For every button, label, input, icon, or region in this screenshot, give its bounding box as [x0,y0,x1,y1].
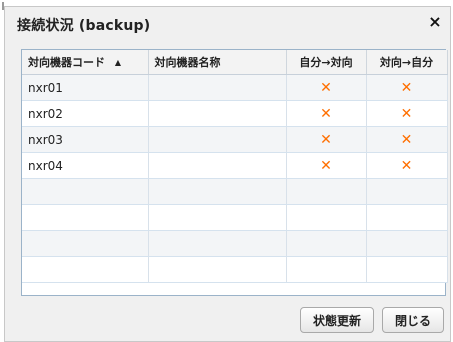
connection-table: 対向機器コード ▲ 対向機器名称 自分→対向 対向→自分 nxr01 ✕ ✕ n… [22,50,448,283]
cell-self-to-peer: ✕ [286,100,367,127]
empty-row [22,178,448,205]
table-row[interactable]: nxr02 ✕ ✕ [22,100,448,127]
cell-peer-to-self: ✕ [366,152,448,179]
connection-status-dialog: 接続状況 (backup) × 対向機器コード ▲ 対向機器名称 自分→対向 対… [4,6,451,342]
disconnected-x-icon: ✕ [400,79,413,96]
column-header-self-to-peer-label: 自分→対向 [299,56,353,69]
cell-code: nxr04 [22,152,149,179]
empty-row [22,256,448,283]
cell-peer-to-self: ✕ [366,126,448,153]
cell-self-to-peer: ✕ [286,152,367,179]
column-header-code[interactable]: 対向機器コード ▲ [22,50,149,75]
table-header-row: 対向機器コード ▲ 対向機器名称 自分→対向 対向→自分 [22,50,448,75]
column-header-self-to-peer[interactable]: 自分→対向 [286,50,367,75]
disconnected-x-icon: ✕ [400,105,413,122]
disconnected-x-icon: ✕ [320,157,332,174]
table-row[interactable]: nxr01 ✕ ✕ [22,74,448,101]
column-header-code-label: 対向機器コード [28,56,105,69]
column-header-name-label: 対向機器名称 [154,56,221,69]
disconnected-x-icon: ✕ [320,131,332,148]
sort-ascending-icon: ▲ [114,58,121,67]
refresh-status-button[interactable]: 状態更新 [299,307,374,333]
cell-self-to-peer: ✕ [286,74,367,101]
close-button[interactable]: 閉じる [381,307,444,333]
cell-name [148,152,287,179]
cell-name [148,100,287,127]
table-row[interactable]: nxr04 ✕ ✕ [22,152,448,179]
cell-code: nxr02 [22,100,149,127]
empty-row [22,230,448,257]
disconnected-x-icon: ✕ [320,79,332,96]
dialog-button-bar: 状態更新 閉じる [299,307,444,333]
cell-peer-to-self: ✕ [366,74,448,101]
cell-name [148,74,287,101]
cell-code: nxr01 [22,74,149,101]
column-header-peer-to-self[interactable]: 対向→自分 [366,50,448,75]
disconnected-x-icon: ✕ [400,157,413,174]
cell-name [148,126,287,153]
connection-table-container: 対向機器コード ▲ 対向機器名称 自分→対向 対向→自分 nxr01 ✕ ✕ n… [21,49,448,296]
column-header-name[interactable]: 対向機器名称 [148,50,287,75]
empty-row [22,204,448,231]
table-row[interactable]: nxr03 ✕ ✕ [22,126,448,153]
column-header-peer-to-self-label: 対向→自分 [379,56,434,69]
cell-peer-to-self: ✕ [366,100,448,127]
dialog-title: 接続状況 (backup) [17,18,151,34]
cell-code: nxr03 [22,126,149,153]
cell-self-to-peer: ✕ [286,126,367,153]
disconnected-x-icon: ✕ [400,131,413,148]
disconnected-x-icon: ✕ [320,105,332,122]
close-icon[interactable]: × [426,13,444,31]
